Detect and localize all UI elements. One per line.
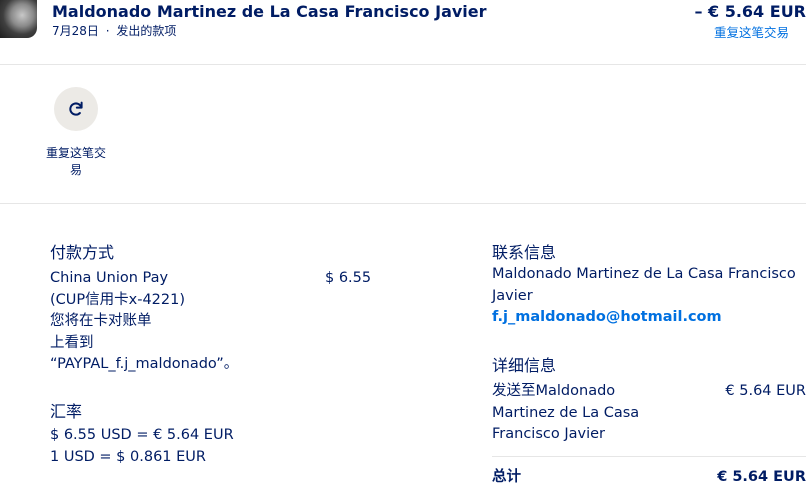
payment-method-info: China Union Pay (CUP信用卡x-4221) 您将在卡对账单 上…: [50, 268, 280, 376]
meta-separator: ·: [105, 24, 110, 38]
actions-divider: [0, 203, 806, 204]
header-divider: [0, 64, 806, 65]
total-label: 总计: [492, 469, 521, 485]
details-divider: [492, 456, 806, 457]
transaction-amount: – € 5.64 EUR: [694, 2, 806, 21]
sent-to-line2: Martinez de La Casa: [492, 404, 640, 421]
transaction-date: 7月28日: [52, 24, 99, 38]
transaction-type: 发出的款项: [116, 24, 177, 38]
contact-email-link[interactable]: f.j_maldonado@hotmail.com: [492, 307, 806, 329]
recipient-name: Maldonado Martinez de La Casa Francisco …: [52, 2, 487, 21]
sent-to-line1: 发送至Maldonado: [492, 383, 616, 399]
contact-name-line2: Javier: [492, 287, 533, 304]
payment-method-heading: 付款方式: [50, 243, 115, 262]
sent-to-info: 发送至Maldonado Martinez de La Casa Francis…: [492, 381, 692, 446]
exchange-rate-heading: 汇率: [50, 402, 83, 421]
payment-method-name: China Union Pay: [50, 270, 169, 286]
sent-amount: € 5.64 EUR: [725, 383, 806, 399]
total-amount: € 5.64 EUR: [717, 469, 806, 485]
repeat-transaction-button[interactable]: 重复这笔交 易: [44, 85, 108, 179]
avatar: [0, 0, 37, 38]
contact-info-heading: 联系信息: [492, 243, 557, 262]
refresh-icon[interactable]: [54, 87, 98, 131]
exchange-rate-info: $ 6.55 USD = € 5.64 EUR 1 USD = $ 0.861 …: [50, 425, 234, 468]
statement-note-line1: 您将在卡对账单: [50, 313, 152, 329]
repeat-label-line1: 重复这笔交: [45, 146, 106, 160]
transaction-meta: 7月28日 · 发出的款项: [52, 22, 176, 39]
statement-note-line2: 上看到: [50, 334, 94, 351]
payment-method-amount: $ 6.55: [325, 270, 372, 286]
statement-note-line3: “PAYPAL_f.j_maldonado”。: [50, 356, 239, 372]
contact-info: Maldonado Martinez de La Casa Francisco …: [492, 264, 806, 329]
sent-to-line3: Francisco Javier: [492, 426, 605, 442]
repeat-transaction-link[interactable]: 重复这笔交易: [714, 22, 789, 41]
repeat-label-line2: 易: [69, 163, 82, 177]
exchange-rate-line2: 1 USD = $ 0.861 EUR: [50, 448, 206, 465]
repeat-button-label: 重复这笔交 易: [44, 145, 108, 179]
details-heading: 详细信息: [492, 356, 557, 375]
contact-name-line1: Maldonado Martinez de La Casa Francisco: [492, 266, 796, 282]
payment-card: (CUP信用卡x-4221): [50, 291, 186, 308]
exchange-rate-line1: $ 6.55 USD = € 5.64 EUR: [50, 427, 234, 443]
